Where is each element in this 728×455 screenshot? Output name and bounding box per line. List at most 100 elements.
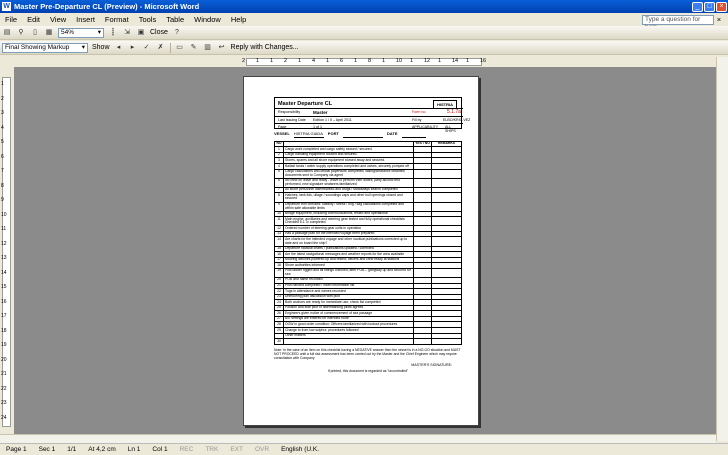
port-label: PORT — [327, 131, 339, 136]
form-header: Master Departure CL HISTRIA Responsibili… — [274, 97, 470, 134]
ruler-number: 1 — [438, 58, 442, 64]
vertical-ruler-number: 6 — [1, 153, 4, 160]
show-menu-button[interactable]: Show — [92, 44, 110, 51]
vertical-ruler-number: 20 — [1, 356, 7, 363]
ruler-number: 1 — [354, 58, 358, 64]
help-icon[interactable]: ? — [172, 28, 182, 38]
vessel-line: VESSEL HISTRIA GIADA PORT DATE — [274, 131, 462, 138]
menu-view[interactable]: View — [45, 15, 71, 24]
multiple-pages-icon[interactable]: ▦ — [44, 28, 54, 38]
vertical-ruler-number: 8 — [1, 182, 4, 189]
document-title: Master Departure CL — [278, 101, 333, 107]
one-page-icon[interactable]: ▯ — [30, 28, 40, 38]
status-position: At 4,2 cm — [88, 446, 116, 453]
vertical-ruler-number: 15 — [1, 284, 7, 290]
remarks-cell — [431, 236, 462, 247]
accept-change-icon[interactable]: ✓ — [142, 43, 152, 53]
horizontal-ruler[interactable]: 2 1 1 2 1 4 1 6 1 8 1 10 1 12 1 14 1 16 — [14, 57, 716, 67]
form-no-label: Form no. — [412, 110, 427, 114]
magnifier-icon[interactable]: ⚲ — [16, 28, 26, 38]
applicability-value: ALL SHIPS — [445, 125, 456, 134]
page-label: Page — [278, 125, 287, 129]
menu-format[interactable]: Format — [100, 15, 134, 24]
vertical-scrollbar[interactable] — [716, 57, 728, 441]
status-section: Sec 1 — [38, 446, 56, 453]
previous-change-icon[interactable]: ◂ — [114, 43, 124, 53]
ruler-number: 6 — [340, 58, 344, 64]
reply-with-changes-button[interactable]: Reply with Changes... — [231, 44, 299, 51]
date-label: DATE — [386, 131, 398, 136]
reviewing-pane-icon[interactable]: ▥ — [203, 43, 213, 53]
ruler-number: 10 — [396, 58, 403, 64]
table-row: 9 Departure trim checked: stability / str… — [274, 201, 462, 212]
remarks-cell — [431, 192, 462, 203]
status-trk[interactable]: TRK — [199, 446, 224, 453]
full-screen-icon[interactable]: ▣ — [136, 28, 146, 38]
status-ext[interactable]: EXT — [224, 446, 249, 453]
responsibility-value: Master — [313, 110, 328, 115]
vertical-ruler-number: 21 — [1, 371, 7, 377]
checklist-document: Master Departure CL HISTRIA Responsibili… — [274, 97, 470, 373]
item-text: Main engine, auxiliaries and steering ge… — [283, 216, 414, 227]
reviewing-toolbar: Final Showing Markup ▾ Show ◂ ▸ ✓ ✗ ▭ ✎ ▥… — [0, 41, 728, 55]
item-text: Hatches, tank lids, ullage / soundings c… — [283, 192, 414, 203]
toolbar-separator — [169, 42, 171, 53]
header-row: Page 1 of 1 APPLICABILITY ALL SHIPS — [275, 123, 463, 134]
ruler-number: 1 — [466, 58, 470, 64]
item-number: 19 — [274, 267, 284, 278]
vertical-ruler-number: 13 — [1, 255, 7, 261]
vertical-ruler-number: 17 — [1, 313, 7, 319]
item-number: 30 — [274, 338, 284, 345]
ruler-number: 1 — [270, 58, 274, 64]
reject-change-icon[interactable]: ✗ — [156, 43, 166, 53]
menu-help[interactable]: Help — [226, 15, 251, 24]
help-search-input[interactable]: Type a question for help — [642, 14, 714, 31]
next-change-icon[interactable]: ▸ — [128, 43, 138, 53]
shrink-to-fit-icon[interactable]: ⇲ — [122, 28, 132, 38]
status-ovr[interactable]: OVR — [249, 446, 275, 453]
item-text: Pilot ladder rigged and all fittings che… — [283, 267, 414, 278]
status-page: Page 1 — [6, 446, 27, 453]
remarks-cell — [431, 201, 462, 212]
status-pages: 1/1 — [67, 446, 77, 453]
table-row: 30 — [274, 338, 462, 345]
minimize-button[interactable]: _ — [692, 1, 703, 12]
vertical-ruler-number: 23 — [1, 400, 7, 406]
vertical-ruler-number: 2 — [1, 95, 4, 102]
horizontal-scrollbar[interactable] — [0, 434, 716, 443]
close-window-button[interactable]: × — [716, 1, 727, 12]
vessel-label: VESSEL — [274, 131, 290, 136]
menu-table[interactable]: Table — [161, 15, 189, 24]
ruler-track — [246, 58, 482, 66]
yes-no-cell — [413, 168, 432, 179]
menu-edit[interactable]: Edit — [22, 15, 45, 24]
menu-tools[interactable]: Tools — [134, 15, 162, 24]
menu-window[interactable]: Window — [189, 15, 226, 24]
status-line: Ln 1 — [127, 446, 141, 453]
no-go-note: Note: In the case of an item on this che… — [274, 347, 461, 360]
remarks-cell — [431, 267, 462, 278]
new-comment-icon[interactable]: ▭ — [175, 43, 185, 53]
print-icon[interactable]: ▤ — [2, 28, 12, 38]
close-document-icon[interactable]: × — [714, 15, 724, 24]
track-changes-icon[interactable]: ✎ — [189, 43, 199, 53]
menu-insert[interactable]: Insert — [71, 15, 100, 24]
status-language: English (U.K. — [281, 446, 320, 453]
vertical-ruler-number: 16 — [1, 298, 7, 305]
status-rec[interactable]: REC — [174, 446, 200, 453]
menu-file[interactable]: File — [0, 15, 22, 24]
view-ruler-icon[interactable]: ┋ — [108, 28, 118, 38]
markup-mode-select[interactable]: Final Showing Markup ▾ — [2, 42, 88, 53]
zoom-select[interactable]: 54% ▾ — [58, 27, 104, 38]
menu-bar: File Edit View Insert Format Tools Table… — [0, 13, 728, 31]
zoom-value: 54% — [61, 28, 75, 36]
vertical-ruler[interactable]: 1 2 3 4 5 6 7 8 9 10 11 12 13 14 15 16 17 18 19 20 21 22 23 24 — [0, 67, 13, 441]
item-number: 14 — [274, 236, 284, 247]
last-issuing-label: Last Issuing Date — [278, 118, 306, 122]
yes-no-cell — [413, 192, 432, 203]
print-preview-toolbar: ▤ ⚲ ▯ ▦ 54% ▾ ┋ ⇲ ▣ Close ? — [0, 26, 728, 40]
maximize-button[interactable]: □ — [704, 1, 715, 12]
table-row: 11 Main engine, auxiliaries and steering … — [274, 216, 462, 227]
close-preview-button[interactable]: Close — [150, 29, 168, 36]
ruler-number: 1 — [382, 58, 386, 64]
